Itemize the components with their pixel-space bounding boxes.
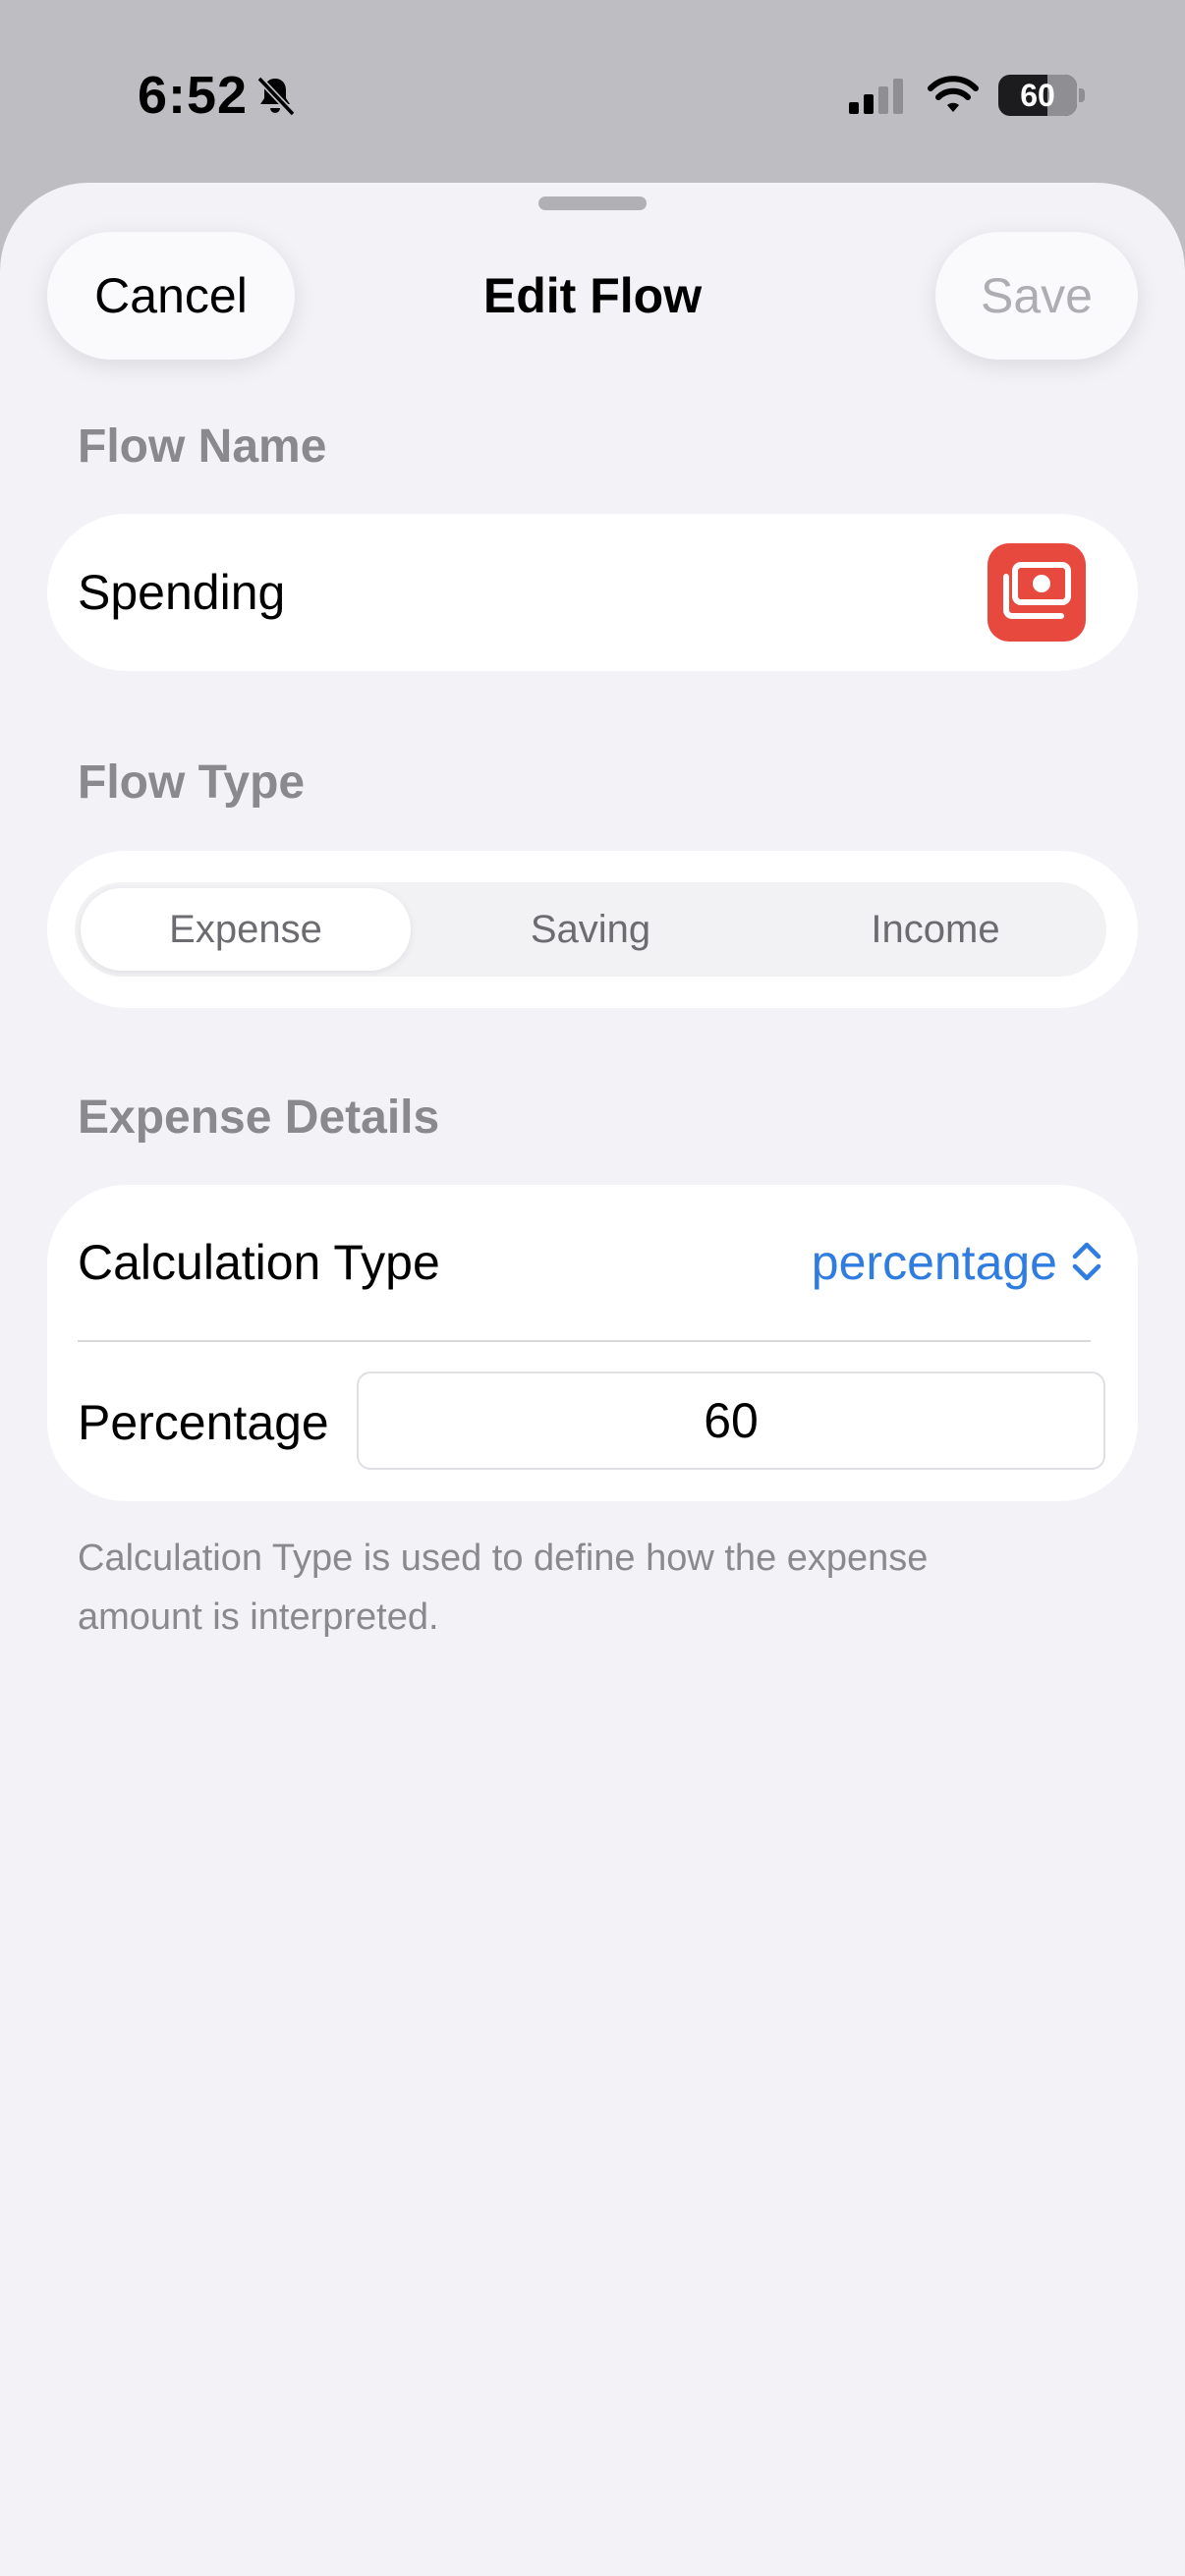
segment-income[interactable]: Income <box>770 888 1100 971</box>
calculation-type-label: Calculation Type <box>78 1235 440 1290</box>
expense-details-footer: Calculation Type is used to define how t… <box>78 1538 929 1638</box>
sheet-grabber[interactable] <box>538 196 647 210</box>
status-time: 6:52 <box>138 66 249 125</box>
percentage-input[interactable] <box>357 1372 1105 1470</box>
flow-type-card: Expense Saving Income <box>47 851 1138 1008</box>
flow-icon-button[interactable] <box>988 543 1086 642</box>
battery-level: 60 <box>1020 78 1055 113</box>
battery-icon: 60 <box>998 75 1077 116</box>
flow-name-header: Flow Name <box>78 420 327 473</box>
segment-expense[interactable]: Expense <box>81 888 411 971</box>
percentage-label: Percentage <box>78 1395 329 1450</box>
segment-saving[interactable]: Saving <box>425 888 756 971</box>
flow-type-header: Flow Type <box>78 756 306 809</box>
flow-type-segmented-control: Expense Saving Income <box>75 882 1106 977</box>
banknote-icon <box>1003 562 1071 619</box>
wifi-icon <box>928 76 979 112</box>
expense-details-card: Calculation Type percentage Percentage <box>47 1185 1138 1501</box>
chevron-up-down-icon[interactable] <box>1069 1237 1104 1286</box>
flow-name-field[interactable]: Spending <box>78 514 285 671</box>
page-title: Edit Flow <box>482 268 703 323</box>
save-button[interactable]: Save <box>935 232 1138 360</box>
expense-details-header: Expense Details <box>78 1092 440 1144</box>
bell-slash-icon <box>256 76 296 117</box>
cellular-signal-icon <box>849 79 903 114</box>
battery-nub <box>1079 88 1085 102</box>
cancel-button[interactable]: Cancel <box>47 232 295 360</box>
calculation-type-picker[interactable]: percentage <box>812 1185 1057 1340</box>
flow-name-card: Spending <box>47 514 1138 671</box>
edit-flow-sheet: Cancel Edit Flow Save Flow Name Spending… <box>0 183 1185 2576</box>
status-bar: 6:52 60 <box>0 0 1185 177</box>
row-divider <box>78 1340 1091 1342</box>
screen: 6:52 60 Cancel Edit Flow Save Flow Name … <box>0 0 1185 2576</box>
